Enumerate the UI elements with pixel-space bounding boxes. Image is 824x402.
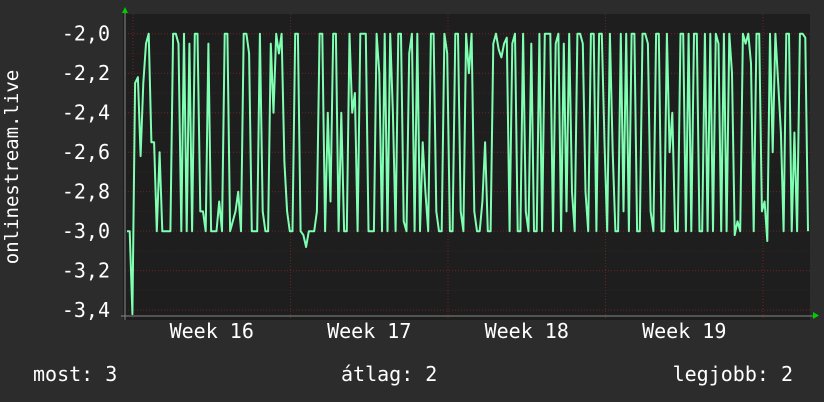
x-axis-arrow-icon <box>813 312 819 319</box>
y-axis-arrow-icon <box>122 7 128 13</box>
y-tick-label: -3,2 <box>62 259 110 283</box>
stat-current: most: 3 <box>33 362 118 386</box>
y-tick-label: -3,0 <box>62 219 110 243</box>
x-tick-label: Week 19 <box>642 319 726 343</box>
stat-best: legjobb: 2 <box>672 362 793 386</box>
y-tick-label: -2,8 <box>62 180 110 204</box>
x-tick-labels: Week 16 Week 17 Week 18 Week 19 <box>170 319 727 343</box>
x-tick-label: Week 18 <box>485 319 569 343</box>
stat-average: átlag: 2 <box>341 362 438 386</box>
x-tick-label: Week 17 <box>327 319 411 343</box>
y-tick-label: -2,2 <box>62 61 110 85</box>
y-tick-label: -2,0 <box>62 22 110 46</box>
line-chart: -2,0 -2,2 -2,4 -2,6 -2,8 -3,0 -3,2 -3,4 Week 16… <box>1 7 819 343</box>
y-axis-label: onlinestream.live <box>1 70 23 264</box>
x-tick-label: Week 16 <box>170 319 254 343</box>
y-tick-label: -3,4 <box>62 298 110 322</box>
y-tick-labels: -2,0 -2,2 -2,4 -2,6 -2,8 -3,0 -3,2 -3,4 <box>62 22 110 322</box>
y-tick-label: -2,4 <box>62 101 110 125</box>
y-tick-label: -2,6 <box>62 140 110 164</box>
